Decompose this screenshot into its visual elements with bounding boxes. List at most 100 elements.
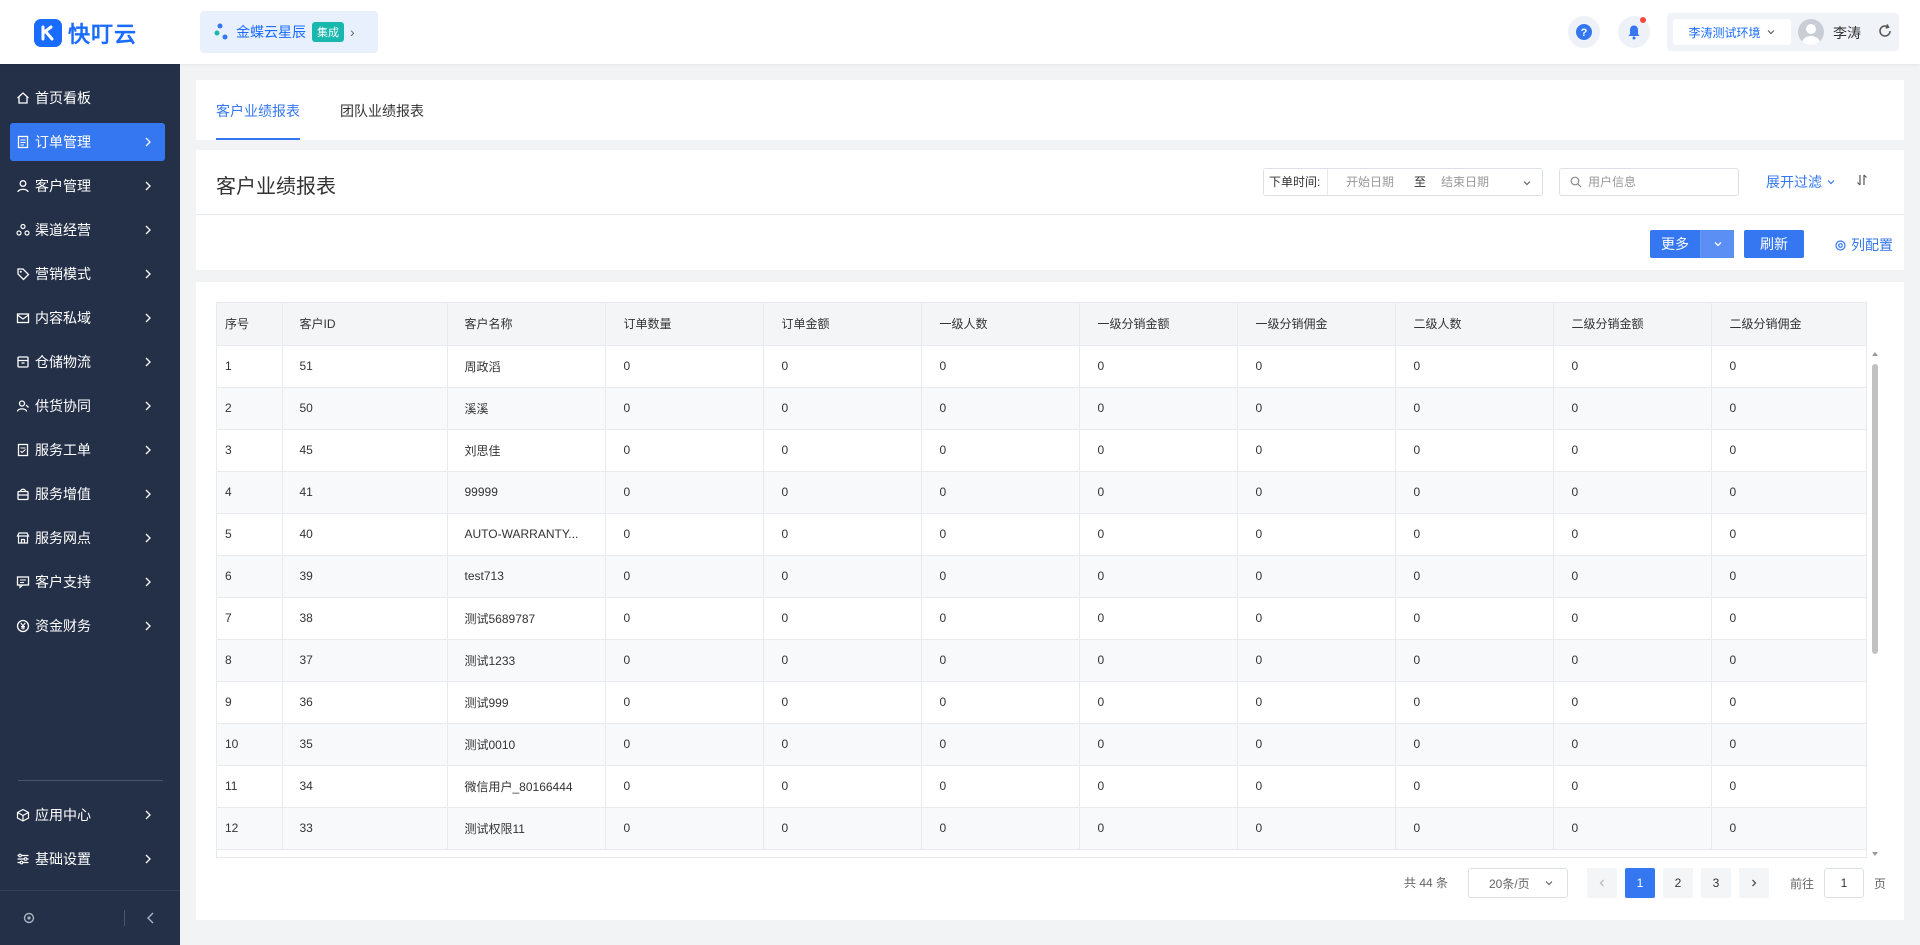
scrollbar-thumb[interactable] bbox=[1872, 364, 1878, 654]
column-header[interactable]: 客户名称 bbox=[447, 303, 606, 346]
table-row[interactable]: 7 38 测试5689787 0 0 0 0 0 0 0 0 bbox=[217, 597, 1866, 640]
column-header[interactable]: 一级分销佣金 bbox=[1237, 303, 1396, 346]
app-logo[interactable]: 快叮云 bbox=[34, 17, 137, 49]
table-cell: 40 bbox=[282, 513, 448, 556]
table-cell: 0 bbox=[1237, 681, 1396, 724]
integration-name: 金蝶云星辰 bbox=[236, 24, 306, 40]
table-cell: 测试999 bbox=[447, 681, 606, 724]
column-header[interactable]: 二级分销金额 bbox=[1553, 303, 1712, 346]
table-row[interactable]: 12 33 测试权限11 0 0 0 0 0 0 0 0 bbox=[217, 807, 1866, 850]
sidebar-item[interactable]: 资金财务 bbox=[10, 607, 165, 645]
sidebar-item[interactable]: 基础设置 bbox=[10, 840, 165, 878]
column-header[interactable]: 二级分销佣金 bbox=[1711, 303, 1866, 346]
user-name[interactable]: 李涛 bbox=[1833, 23, 1861, 43]
column-header[interactable]: 一级分销金额 bbox=[1079, 303, 1238, 346]
prev-page-button[interactable] bbox=[1587, 868, 1617, 898]
page-size-select[interactable]: 20条/页 bbox=[1468, 868, 1568, 898]
sidebar-item[interactable]: 内容私域 bbox=[10, 299, 165, 337]
more-button[interactable]: 更多 bbox=[1650, 230, 1734, 258]
tab-team-report[interactable]: 团队业绩报表 bbox=[340, 101, 424, 121]
sidebar-item[interactable]: 应用中心 bbox=[10, 796, 165, 834]
sidebar-item[interactable]: 服务工单 bbox=[10, 431, 165, 469]
refresh-button[interactable]: 刷新 bbox=[1744, 230, 1804, 258]
column-header[interactable]: 订单金额 bbox=[763, 303, 922, 346]
sidebar-item[interactable]: 供货协同 bbox=[10, 387, 165, 425]
table-row[interactable]: 2 50 溪溪 0 0 0 0 0 0 0 0 bbox=[217, 387, 1866, 430]
table-cell: 0 bbox=[1237, 807, 1396, 850]
sidebar-item[interactable]: 渠道经营 bbox=[10, 211, 165, 249]
table-cell: test713 bbox=[447, 555, 606, 598]
switch-icon[interactable] bbox=[1877, 23, 1893, 42]
table-row[interactable]: 4 41 99999 0 0 0 0 0 0 0 0 bbox=[217, 471, 1866, 514]
table-cell: 0 bbox=[1237, 765, 1396, 808]
tag-icon bbox=[16, 267, 30, 281]
table-row[interactable]: 11 34 微信用户_80166444 0 0 0 0 0 0 0 0 bbox=[217, 765, 1866, 808]
sidebar-item[interactable]: 订单管理 bbox=[10, 123, 165, 161]
more-dropdown-toggle[interactable] bbox=[1700, 230, 1734, 258]
table-row[interactable]: 10 35 测试0010 0 0 0 0 0 0 0 0 bbox=[217, 723, 1866, 766]
integration-switcher[interactable]: 金蝶云星辰 集成 › bbox=[200, 11, 378, 53]
table-cell: 0 bbox=[921, 723, 1080, 766]
table-cell: 0 bbox=[921, 807, 1080, 850]
search-input[interactable] bbox=[1588, 175, 1728, 189]
expand-filter-label: 展开过滤 bbox=[1766, 174, 1822, 190]
sidebar-item[interactable]: 首页看板 bbox=[10, 79, 165, 117]
expand-filter-button[interactable]: 展开过滤 bbox=[1766, 172, 1836, 192]
sidebar-item-label: 应用中心 bbox=[35, 807, 91, 823]
sort-icon[interactable] bbox=[1856, 173, 1870, 190]
sidebar-item[interactable]: 服务网点 bbox=[10, 519, 165, 557]
date-end-field[interactable]: 结束日期 bbox=[1441, 169, 1489, 195]
column-header[interactable]: 序号 bbox=[217, 303, 283, 346]
table-row[interactable]: 8 37 测试1233 0 0 0 0 0 0 0 0 bbox=[217, 639, 1866, 682]
page-button[interactable]: 2 bbox=[1663, 868, 1693, 898]
tab-customer-report[interactable]: 客户业绩报表 bbox=[216, 101, 300, 121]
column-header[interactable]: 客户ID bbox=[282, 303, 448, 346]
table-cell: 0 bbox=[1395, 513, 1554, 556]
column-config-button[interactable]: 列配置 bbox=[1834, 235, 1893, 255]
table-row[interactable]: 6 39 test713 0 0 0 0 0 0 0 0 bbox=[217, 555, 1866, 598]
table-cell: 0 bbox=[1079, 765, 1238, 808]
help-button[interactable]: ? bbox=[1568, 16, 1600, 48]
table-cell: 0 bbox=[1237, 723, 1396, 766]
table-row[interactable]: 1 51 周政滔 0 0 0 0 0 0 0 0 bbox=[217, 345, 1866, 388]
date-start-field[interactable]: 开始日期 bbox=[1346, 169, 1394, 195]
settings-icon bbox=[16, 852, 30, 866]
collapse-icon[interactable] bbox=[146, 912, 156, 924]
table-cell: 0 bbox=[763, 681, 922, 724]
sidebar-item[interactable]: 仓储物流 bbox=[10, 343, 165, 381]
table-row[interactable]: 9 36 测试999 0 0 0 0 0 0 0 0 bbox=[217, 681, 1866, 724]
env-selector[interactable]: 李涛测试环境 bbox=[1673, 19, 1791, 45]
notification-button[interactable] bbox=[1618, 16, 1650, 48]
column-header[interactable]: 一级人数 bbox=[921, 303, 1080, 346]
table-scroll-area[interactable]: 序号 客户ID 客户名称 订单数量 订单金额 一级人数 一级分销金额 一级分销佣金 二级人数 二级… bbox=[216, 302, 1867, 858]
next-page-button[interactable] bbox=[1739, 868, 1769, 898]
gear-icon[interactable] bbox=[22, 911, 36, 925]
scroll-up-icon[interactable] bbox=[1871, 350, 1879, 358]
sidebar-item[interactable]: 客户支持 bbox=[10, 563, 165, 601]
page-button[interactable]: 1 bbox=[1625, 868, 1655, 898]
date-range-picker[interactable]: 下单时间: 开始日期 至 结束日期 bbox=[1263, 168, 1543, 196]
chevron-down-icon bbox=[1827, 180, 1835, 185]
scroll-down-icon[interactable] bbox=[1871, 850, 1879, 858]
table-row[interactable]: 3 45 刘思佳 0 0 0 0 0 0 0 0 bbox=[217, 429, 1866, 472]
sidebar-item[interactable]: 服务增值 bbox=[10, 475, 165, 513]
avatar[interactable] bbox=[1798, 19, 1824, 45]
table-cell: 0 bbox=[1553, 807, 1712, 850]
column-header[interactable]: 二级人数 bbox=[1395, 303, 1554, 346]
table-cell: 0 bbox=[1395, 471, 1554, 514]
goto-page-input[interactable] bbox=[1824, 868, 1864, 898]
sidebar-item[interactable]: 客户管理 bbox=[10, 167, 165, 205]
channel-icon bbox=[16, 223, 30, 237]
date-range-label: 下单时间: bbox=[1264, 169, 1328, 195]
column-header[interactable]: 订单数量 bbox=[605, 303, 764, 346]
table-row[interactable]: 5 40 AUTO-WARRANTY... 0 0 0 0 0 0 0 0 bbox=[217, 513, 1866, 556]
sidebar-item[interactable]: 营销模式 bbox=[10, 255, 165, 293]
table-cell: 6 bbox=[217, 555, 283, 598]
user-search[interactable] bbox=[1559, 168, 1739, 196]
help-icon: ? bbox=[1576, 24, 1592, 40]
page-button[interactable]: 3 bbox=[1701, 868, 1731, 898]
chevron-down-icon bbox=[1545, 881, 1553, 886]
table-cell: 10 bbox=[217, 723, 283, 766]
more-button-label: 更多 bbox=[1661, 236, 1689, 252]
table-scrollbar[interactable] bbox=[1871, 350, 1879, 858]
